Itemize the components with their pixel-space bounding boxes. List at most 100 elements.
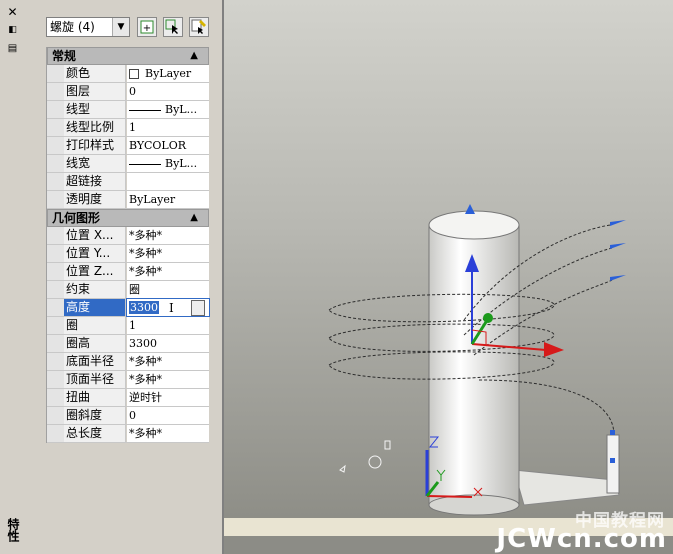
prop-label: 总长度 <box>64 425 126 442</box>
prop-value[interactable]: *多种* <box>127 245 209 262</box>
prop-row-linetype[interactable]: 线型 ByL... <box>47 101 209 119</box>
pick-circle-icon <box>368 455 382 469</box>
prop-value[interactable]: *多种* <box>127 263 209 280</box>
prop-value[interactable]: 0 <box>127 407 209 424</box>
properties-palette: 螺旋 (4) ▼ + 常规 ▲ 颜色 ByLayer 图层 0 线型 ByL... 线型… <box>24 0 224 554</box>
prop-value[interactable]: 1 <box>127 317 209 334</box>
toggle-pickadd-button[interactable]: + <box>137 17 157 37</box>
prop-value[interactable] <box>127 173 209 190</box>
prop-row-constrain[interactable]: 约束圈 <box>47 281 209 299</box>
prop-value[interactable]: 0 <box>127 83 209 100</box>
prop-row-color[interactable]: 颜色 ByLayer <box>47 65 209 83</box>
select-objects-button[interactable] <box>163 17 183 37</box>
color-swatch-icon <box>129 69 139 79</box>
chevron-down-icon[interactable]: ▼ <box>112 18 129 36</box>
prop-value[interactable]: *多种* <box>127 227 209 244</box>
gizmo-y-handle-icon[interactable] <box>483 313 493 323</box>
properties-menu-icon[interactable]: ▤ <box>6 42 19 55</box>
prop-label: 打印样式 <box>64 137 126 154</box>
drawing-viewport[interactable] <box>224 0 673 518</box>
line-sample-icon <box>129 109 161 111</box>
prop-label: 超链接 <box>64 173 126 190</box>
grip-arrow-icon[interactable] <box>610 275 626 281</box>
collapse-up-icon[interactable]: ▲ <box>190 210 198 226</box>
pick-box-icon <box>384 440 391 450</box>
prop-row-layer[interactable]: 图层 0 <box>47 83 209 101</box>
prop-value[interactable]: *多种* <box>127 371 209 388</box>
auto-hide-icon[interactable]: ◧ <box>6 24 19 37</box>
prop-row-position-z[interactable]: 位置 Z... *多种* <box>47 263 209 281</box>
section-general[interactable]: 常规 ▲ <box>47 47 209 65</box>
prop-label: 底面半径 <box>64 353 126 370</box>
line-sample-icon <box>129 163 161 165</box>
prop-label: 位置 Y... <box>64 245 126 262</box>
prop-row-total-length[interactable]: 总长度 *多种* <box>47 425 209 443</box>
prop-value[interactable]: 逆时针 <box>127 389 209 406</box>
prop-row-base-radius[interactable]: 底面半径 *多种* <box>47 353 209 371</box>
property-grid: 常规 ▲ 颜色 ByLayer 图层 0 线型 ByL... 线型比例 1 打印样式 BYC… <box>46 47 210 443</box>
prop-row-turn-slope[interactable]: 圈斜度 0 <box>47 407 209 425</box>
prop-row-plotstyle[interactable]: 打印样式 BYCOLOR <box>47 137 209 155</box>
close-icon[interactable]: ✕ <box>6 6 19 19</box>
prop-row-position-y[interactable]: 位置 Y... *多种* <box>47 245 209 263</box>
prop-label: 图层 <box>64 83 126 100</box>
prop-label: 位置 Z... <box>64 263 126 280</box>
prop-label: 透明度 <box>64 191 126 208</box>
quick-select-icon <box>191 19 206 34</box>
prop-value[interactable]: ByLayer <box>127 65 209 82</box>
prop-row-height[interactable]: 高度 3300 I <box>47 298 210 317</box>
prop-row-hyperlink[interactable]: 超链接 <box>47 173 209 191</box>
prop-row-transparency[interactable]: 透明度 ByLayer <box>47 191 209 209</box>
select-objects-icon <box>165 19 178 34</box>
grip-square-icon[interactable] <box>610 430 615 435</box>
prop-row-turns[interactable]: 圈1 <box>47 317 209 335</box>
prop-value[interactable]: 1 <box>127 119 209 136</box>
prop-row-position-x[interactable]: 位置 X... *多种* <box>47 227 209 245</box>
prop-value[interactable]: *多种* <box>127 353 209 370</box>
prop-label: 约束 <box>64 281 126 298</box>
prop-value[interactable]: ByL... <box>127 101 209 118</box>
section-geometry-label: 几何图形 <box>52 211 101 225</box>
cursor-marks <box>339 440 391 473</box>
grip-square-icon[interactable] <box>610 458 615 463</box>
prop-value[interactable]: ByLayer <box>127 191 209 208</box>
top-grip-icon[interactable] <box>465 204 475 214</box>
model-scene <box>328 204 626 516</box>
status-strip: 中国教程网 JCWcn.com <box>224 511 673 554</box>
svg-text:+: + <box>143 23 151 34</box>
calculator-icon[interactable] <box>191 300 205 316</box>
section-general-label: 常规 <box>52 49 77 63</box>
prop-value[interactable]: *多种* <box>127 425 209 442</box>
pickadd-icon: + <box>140 20 154 34</box>
grip-arrow-icon[interactable] <box>610 220 626 226</box>
height-input-value: 3300 <box>129 301 159 314</box>
gizmo-x-arrow-icon[interactable] <box>544 342 564 357</box>
prop-row-linetype-scale[interactable]: 线型比例 1 <box>47 119 209 137</box>
prop-value[interactable]: ByL... <box>127 155 209 172</box>
prop-value[interactable]: 圈 <box>127 281 209 298</box>
cylinder-bottom <box>428 494 520 516</box>
post-shape <box>606 434 620 494</box>
prop-row-lineweight[interactable]: 线宽 ByL... <box>47 155 209 173</box>
prop-label: 顶面半径 <box>64 371 126 388</box>
section-geometry[interactable]: 几何图形 ▲ <box>47 209 209 227</box>
object-type-value: 螺旋 (4) <box>50 20 95 34</box>
prop-label: 线宽 <box>64 155 126 172</box>
grip-arrow-icon[interactable] <box>610 243 626 249</box>
base-slab <box>513 469 620 506</box>
prop-value[interactable]: 3300 <box>127 335 209 352</box>
height-input[interactable]: 3300 I <box>126 298 210 317</box>
prop-row-top-radius[interactable]: 顶面半径 *多种* <box>47 371 209 389</box>
pick-marker-icon <box>339 464 346 473</box>
prop-value[interactable]: BYCOLOR <box>127 137 209 154</box>
prop-row-turn-height[interactable]: 圈高 3300 <box>47 335 209 353</box>
prop-label: 线型比例 <box>64 119 126 136</box>
ucs-x-axis <box>426 495 473 498</box>
prop-label: 高度 <box>64 299 126 316</box>
object-type-select[interactable]: 螺旋 (4) ▼ <box>46 17 130 37</box>
watermark-en: JCWcn.com <box>496 524 667 554</box>
quick-select-button[interactable] <box>189 17 209 37</box>
collapse-up-icon[interactable]: ▲ <box>190 48 198 64</box>
prop-row-twist[interactable]: 扭曲 逆时针 <box>47 389 209 407</box>
prop-label: 扭曲 <box>64 389 126 406</box>
